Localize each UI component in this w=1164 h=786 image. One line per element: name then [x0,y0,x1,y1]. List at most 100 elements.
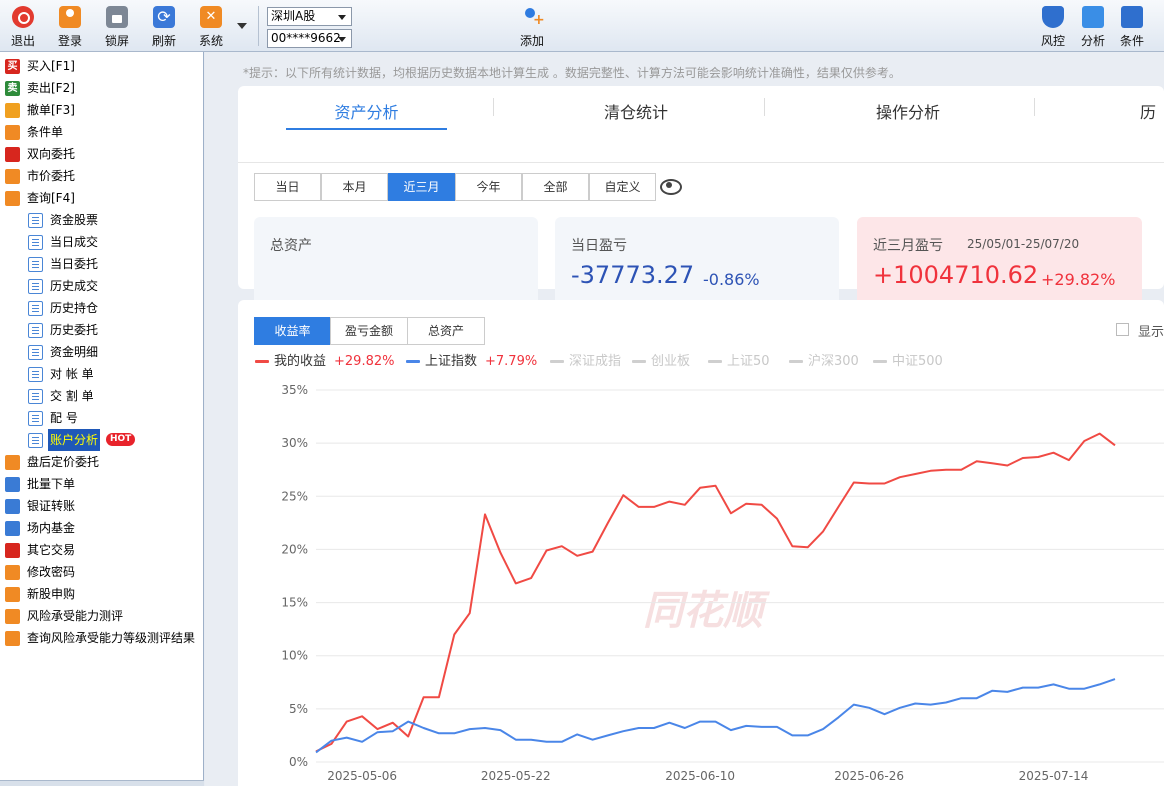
legend-item[interactable]: 沪深300 [789,354,859,370]
tab-2[interactable]: 操作分析 [848,96,968,130]
sidebar-item[interactable]: 资金明细 [0,341,200,363]
sidebar-item[interactable]: 修改密码 [0,561,200,583]
chart-tab-2[interactable]: 总资产 [407,317,485,345]
period-2[interactable]: 近三月 [388,173,455,201]
sidebar-item[interactable]: 对 帐 单 [0,363,200,385]
legend-marker [708,360,722,363]
buy-icon: 买 [5,59,20,74]
sidebar-item-label: 风险承受能力测评 [27,609,124,623]
stat-range-pnl: 近三月盈亏 25/05/01-25/07/20 +1004710.62 +29.… [857,217,1142,307]
add-button[interactable]: 添加 [512,4,552,50]
sidebar-item[interactable]: 市价委托 [0,165,200,187]
sidebar-item[interactable]: 历史持仓 [0,297,200,319]
exit-button[interactable]: 退出 [3,4,43,50]
doc-icon [28,279,43,294]
series-line-1 [315,678,1116,754]
condition-button[interactable]: 条件 [1112,4,1152,50]
sidebar-item[interactable]: 卖卖出[F2] [0,77,200,99]
eye-icon[interactable] [660,178,682,195]
sidebar-item[interactable]: 买买入[F1] [0,55,200,77]
show-checkbox[interactable] [1116,323,1129,336]
legend-item[interactable]: 上证50 [708,354,770,370]
sidebar-item-label: 配 号 [50,411,78,425]
y-tick-label: 20% [281,542,308,556]
sidebar-item[interactable]: 历史成交 [0,275,200,297]
market-select[interactable]: 深圳A股 [267,7,352,26]
tab-0[interactable]: 资产分析 [286,96,447,130]
sidebar-item[interactable]: 条件单 [0,121,200,143]
legend-item[interactable]: 中证500 [873,354,943,370]
sidebar-item[interactable]: 当日成交 [0,231,200,253]
legend-item[interactable]: 上证指数 +7.79% [406,354,537,370]
summary-card: 资产分析 清仓统计 操作分析 历 当日 本月 近三月 今年 全部 自定义 总资产 当日盈亏 -3… [238,86,1164,307]
sidebar-item[interactable]: 当日委托 [0,253,200,275]
legend-item[interactable]: 深证成指 [550,354,621,370]
sidebar-item[interactable]: 批量下单 [0,473,200,495]
sidebar-item[interactable]: 查询风险承受能力等级测评结果 [0,627,200,649]
sidebar-item[interactable]: 银证转账 [0,495,200,517]
period-4[interactable]: 全部 [522,173,589,201]
risk-result-icon [5,631,20,646]
sidebar-item[interactable]: 其它交易 [0,539,200,561]
sidebar-item[interactable]: 双向委托 [0,143,200,165]
period-5[interactable]: 自定义 [589,173,656,201]
two-way-arrows-icon [5,147,20,162]
chart-tab-0[interactable]: 收益率 [254,317,331,345]
legend-name: 上证50 [727,354,770,369]
sidebar-item[interactable]: 新股申购 [0,583,200,605]
cancel-hand-icon [5,103,20,118]
bank-transfer-icon [5,499,20,514]
legend-marker [873,360,887,363]
sidebar-item-label: 盘后定价委托 [27,455,100,469]
sidebar-item[interactable]: 风险承受能力测评 [0,605,200,627]
sidebar-item[interactable]: 查询[F4] [0,187,200,209]
sidebar-item-label: 条件单 [27,125,64,139]
risk-control-button[interactable]: 风控 [1033,4,1073,50]
sidebar-item[interactable]: 盘后定价委托 [0,451,200,473]
tab-1[interactable]: 清仓统计 [576,96,696,130]
sidebar-scrollbar[interactable] [0,780,204,786]
period-3[interactable]: 今年 [455,173,522,201]
main-content: *提示：以下所有统计数据，均根据历史数据本地计算生成 。数据完整性、计算方法可能… [205,52,1164,786]
legend-item[interactable]: 创业板 [632,354,690,370]
x-tick-label: 2025-05-22 [481,769,551,783]
period-0[interactable]: 当日 [254,173,321,201]
period-1[interactable]: 本月 [321,173,388,201]
legend-name: 上证指数 [425,354,478,369]
sidebar-item[interactable]: 历史委托 [0,319,200,341]
sidebar-item-label: 交 割 单 [50,389,94,403]
login-button[interactable]: 登录 [50,4,90,50]
sidebar-item[interactable]: 资金股票 [0,209,200,231]
analysis-button[interactable]: 分析 [1073,4,1113,50]
tab-separator [1034,98,1035,116]
sidebar-item[interactable]: 场内基金 [0,517,200,539]
refresh-button[interactable]: 刷新 [144,4,184,50]
account-select[interactable]: 00****9662 [267,29,352,48]
lock-screen-button[interactable]: 锁屏 [97,4,137,50]
chart-tab-1[interactable]: 盈亏金额 [330,317,408,345]
legend-value: +29.82% [334,354,395,369]
doc-icon [28,411,43,426]
sidebar-item[interactable]: 撤单[F3] [0,99,200,121]
legend-name: 中证500 [892,354,943,369]
sidebar-item[interactable]: 配 号 [0,407,200,429]
legend-marker [632,360,646,363]
stat-today-pct: -0.86% [703,270,760,289]
condition-icon [1121,6,1143,28]
y-tick-label: 5% [289,702,308,716]
sidebar-item[interactable]: 账户分析 HOT [0,429,200,451]
sidebar-item[interactable]: 交 割 单 [0,385,200,407]
tab-3[interactable]: 历 [1118,96,1164,130]
doc-icon [28,389,43,404]
system-button[interactable]: 系统 [191,4,231,50]
doc-icon [28,345,43,360]
sidebar-item-label: 卖出[F2] [27,81,75,95]
doc-icon [28,433,43,448]
toolbar-more-dropdown[interactable] [236,20,248,32]
login-label: 登录 [57,34,82,48]
sidebar-item-label: 当日委托 [50,257,99,271]
legend-item[interactable]: 我的收益 +29.82% [255,354,394,370]
refresh-label: 刷新 [151,34,176,48]
watermark-logo: 同花顺 [643,588,770,634]
stat-range-dates: 25/05/01-25/07/20 [967,237,1080,251]
